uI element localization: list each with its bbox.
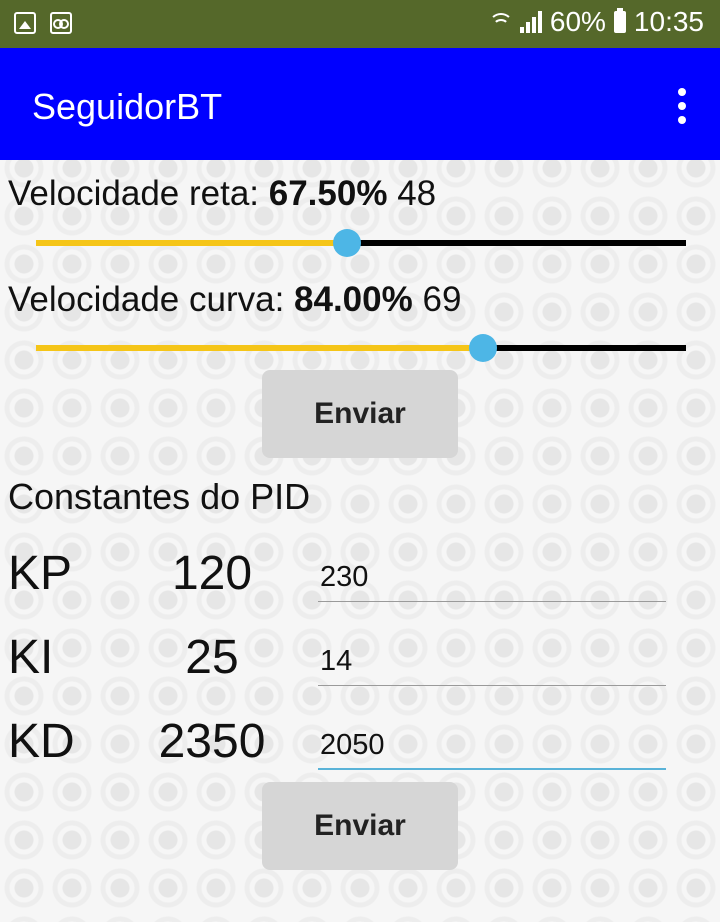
curve-speed-slider[interactable] <box>36 333 686 363</box>
kd-input[interactable] <box>318 722 666 770</box>
status-bar: 60% 10:35 <box>0 0 720 48</box>
wifi-icon <box>488 11 513 33</box>
straight-speed-label: Velocidade reta: <box>8 174 260 213</box>
ki-value: 25 <box>185 631 239 684</box>
straight-speed-raw: 48 <box>397 174 437 213</box>
kd-value: 2350 <box>158 715 266 768</box>
overflow-menu-icon[interactable] <box>678 88 686 124</box>
slider-thumb[interactable] <box>332 229 361 257</box>
app-title: SeguidorBT <box>32 86 223 127</box>
pid-section-title: Constantes do PID <box>8 476 311 517</box>
straight-speed-slider[interactable] <box>36 228 686 258</box>
kd-label: KD <box>8 715 75 768</box>
curve-speed-row: Velocidade curva: 84.00% 69 <box>8 280 461 320</box>
straight-speed-row: Velocidade reta: 67.50% 48 <box>8 174 436 214</box>
curve-speed-percent: 84.00% <box>294 280 413 319</box>
ki-input[interactable] <box>318 638 666 686</box>
kp-label: KP <box>8 547 73 600</box>
app-bar: SeguidorBT <box>0 48 720 160</box>
kp-input[interactable] <box>318 554 666 602</box>
battery-percent: 60% <box>549 6 606 37</box>
send-speed-button[interactable]: Enviar <box>262 370 458 458</box>
voicemail-icon <box>50 12 72 34</box>
image-notification-icon <box>14 12 36 34</box>
slider-thumb[interactable] <box>468 334 497 362</box>
kp-value: 120 <box>171 547 253 600</box>
ki-label: KI <box>8 631 54 684</box>
signal-icon <box>519 11 542 33</box>
clock: 10:35 <box>633 6 704 37</box>
curve-speed-label: Velocidade curva: <box>8 280 285 319</box>
curve-speed-raw: 69 <box>422 280 462 319</box>
battery-icon <box>613 8 626 33</box>
straight-speed-percent: 67.50% <box>268 174 388 213</box>
send-pid-button[interactable]: Enviar <box>262 782 458 870</box>
